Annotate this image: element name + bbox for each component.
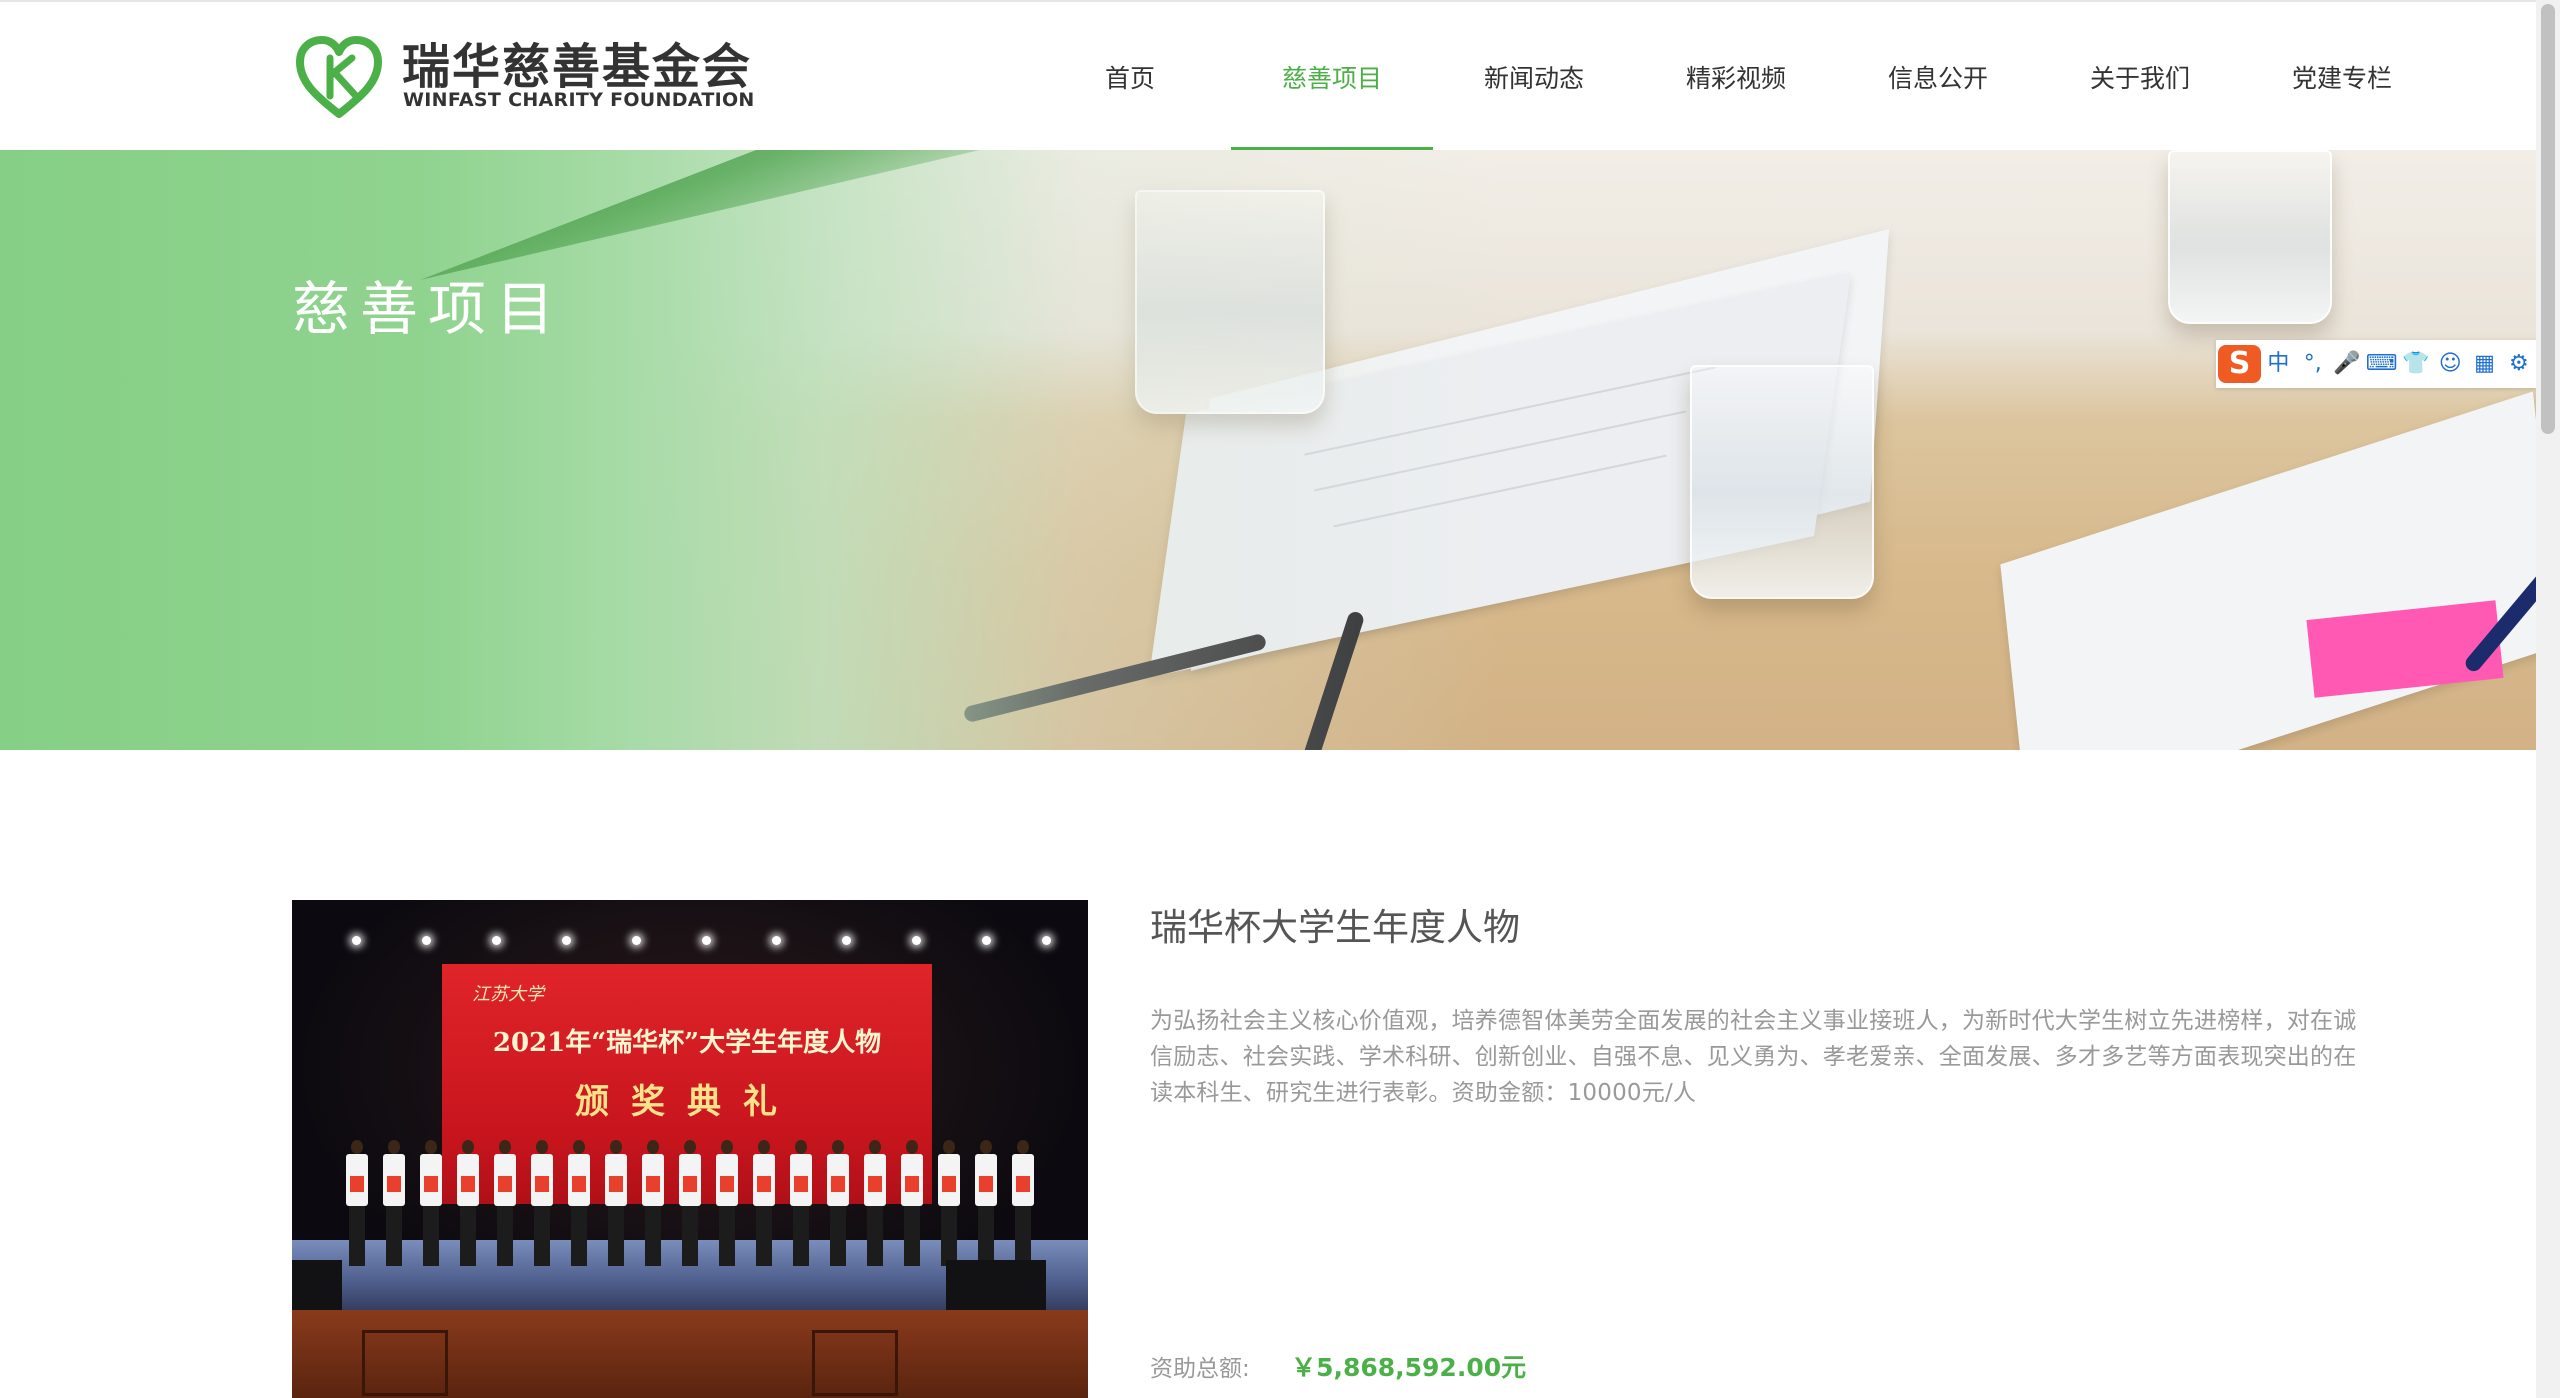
ime-chinese-mode[interactable]: 中	[2261, 340, 2295, 388]
awardee-figure	[383, 1140, 405, 1266]
nav-item-about[interactable]: 关于我们	[2039, 2, 2241, 152]
nav-item-home[interactable]: 首页	[1029, 2, 1231, 152]
awardee-figure	[531, 1140, 553, 1266]
banner-title: 慈善项目	[292, 275, 565, 343]
awardee-figure	[938, 1140, 960, 1266]
settings-icon[interactable]: ⚙	[2502, 340, 2536, 388]
apps-icon[interactable]: ▦	[2467, 340, 2501, 388]
funding-label: 资助总额:	[1150, 1356, 1250, 1382]
site-logo[interactable]: 瑞华慈善基金会 WINFAST CHARITY FOUNDATION	[296, 36, 754, 118]
awardee-figure	[1012, 1140, 1034, 1266]
awardee-figure	[864, 1140, 886, 1266]
scrollbar-thumb[interactable]	[2541, 4, 2555, 434]
skin-icon[interactable]: 👕	[2399, 340, 2433, 388]
screen-ceremony: 颁奖典礼	[575, 1082, 799, 1122]
project-description: 为弘扬社会主义核心价值观，培养德智体美劳全面发展的社会主义事业接班人，为新时代大…	[1150, 1008, 2357, 1106]
screen-university: 江苏大学	[472, 984, 544, 1005]
banner-document	[2000, 391, 2536, 750]
stage-light	[702, 936, 711, 945]
stage-light	[772, 936, 781, 945]
awardee-figure	[494, 1140, 516, 1266]
stage-light	[352, 936, 361, 945]
main-nav: 首页 慈善项目 新闻动态 精彩视频 信息公开 关于我们 党建专栏	[1029, 2, 2443, 152]
funding-value: ￥5,868,592.00元	[1291, 1353, 1527, 1382]
page-scrollbar[interactable]	[2536, 0, 2560, 1398]
stage-light	[982, 936, 991, 945]
awardee-figure	[568, 1140, 590, 1266]
project-image[interactable]: 江苏大学 2021年“瑞华杯”大学生年度人物 颁奖典礼	[292, 900, 1088, 1398]
stage-light	[1042, 936, 1051, 945]
awardee-figure	[679, 1140, 701, 1266]
awardee-figure	[346, 1140, 368, 1266]
banner-green-overlay	[0, 150, 1500, 750]
nav-item-news[interactable]: 新闻动态	[1433, 2, 1635, 152]
banner-glass	[2168, 150, 2332, 324]
project-title[interactable]: 瑞华杯大学生年度人物	[1150, 900, 1520, 956]
awardee-figure	[716, 1140, 738, 1266]
nav-item-disclosure[interactable]: 信息公开	[1837, 2, 2039, 152]
stage-light	[912, 936, 921, 945]
funding-total: 资助总额: ￥5,868,592.00元	[1150, 1348, 1526, 1389]
ime-punctuation-icon[interactable]: °,	[2296, 340, 2330, 388]
awardee-figure	[827, 1140, 849, 1266]
stage-panel	[362, 1330, 448, 1396]
ime-toolbar: S 中 °, 🎤 ⌨ 👕 ☺ ▦ ⚙	[2216, 340, 2536, 388]
emoji-icon[interactable]: ☺	[2433, 340, 2467, 388]
stage-panel	[812, 1330, 898, 1396]
awardee-figure	[605, 1140, 627, 1266]
page-banner: 慈善项目	[0, 150, 2536, 750]
logo-name-en: WINFAST CHARITY FOUNDATION	[403, 89, 755, 111]
nav-item-party[interactable]: 党建专栏	[2241, 2, 2443, 152]
stage-light	[562, 936, 571, 945]
mic-icon[interactable]: 🎤	[2330, 340, 2364, 388]
banner-glass	[1690, 365, 1874, 599]
keyboard-icon[interactable]: ⌨	[2364, 340, 2398, 388]
awardee-figure	[642, 1140, 664, 1266]
heart-logo-icon	[296, 36, 382, 118]
awardee-figure	[420, 1140, 442, 1266]
awardee-figure	[457, 1140, 479, 1266]
awardee-figure	[901, 1140, 923, 1266]
awardee-figure	[753, 1140, 775, 1266]
awardee-figure	[790, 1140, 812, 1266]
nav-item-videos[interactable]: 精彩视频	[1635, 2, 1837, 152]
stage-light	[422, 936, 431, 945]
site-header: 瑞华慈善基金会 WINFAST CHARITY FOUNDATION 首页 慈善…	[0, 0, 2536, 152]
ime-logo-icon[interactable]: S	[2218, 345, 2262, 383]
awardee-figure	[975, 1140, 997, 1266]
stage-light	[842, 936, 851, 945]
stage-light	[632, 936, 641, 945]
screen-event-name: 2021年“瑞华杯”大学生年度人物	[492, 1028, 882, 1058]
stage-speaker	[292, 1260, 342, 1310]
nav-item-charity-projects[interactable]: 慈善项目	[1231, 2, 1433, 152]
stage-light	[492, 936, 501, 945]
stage-speaker	[946, 1260, 1046, 1310]
